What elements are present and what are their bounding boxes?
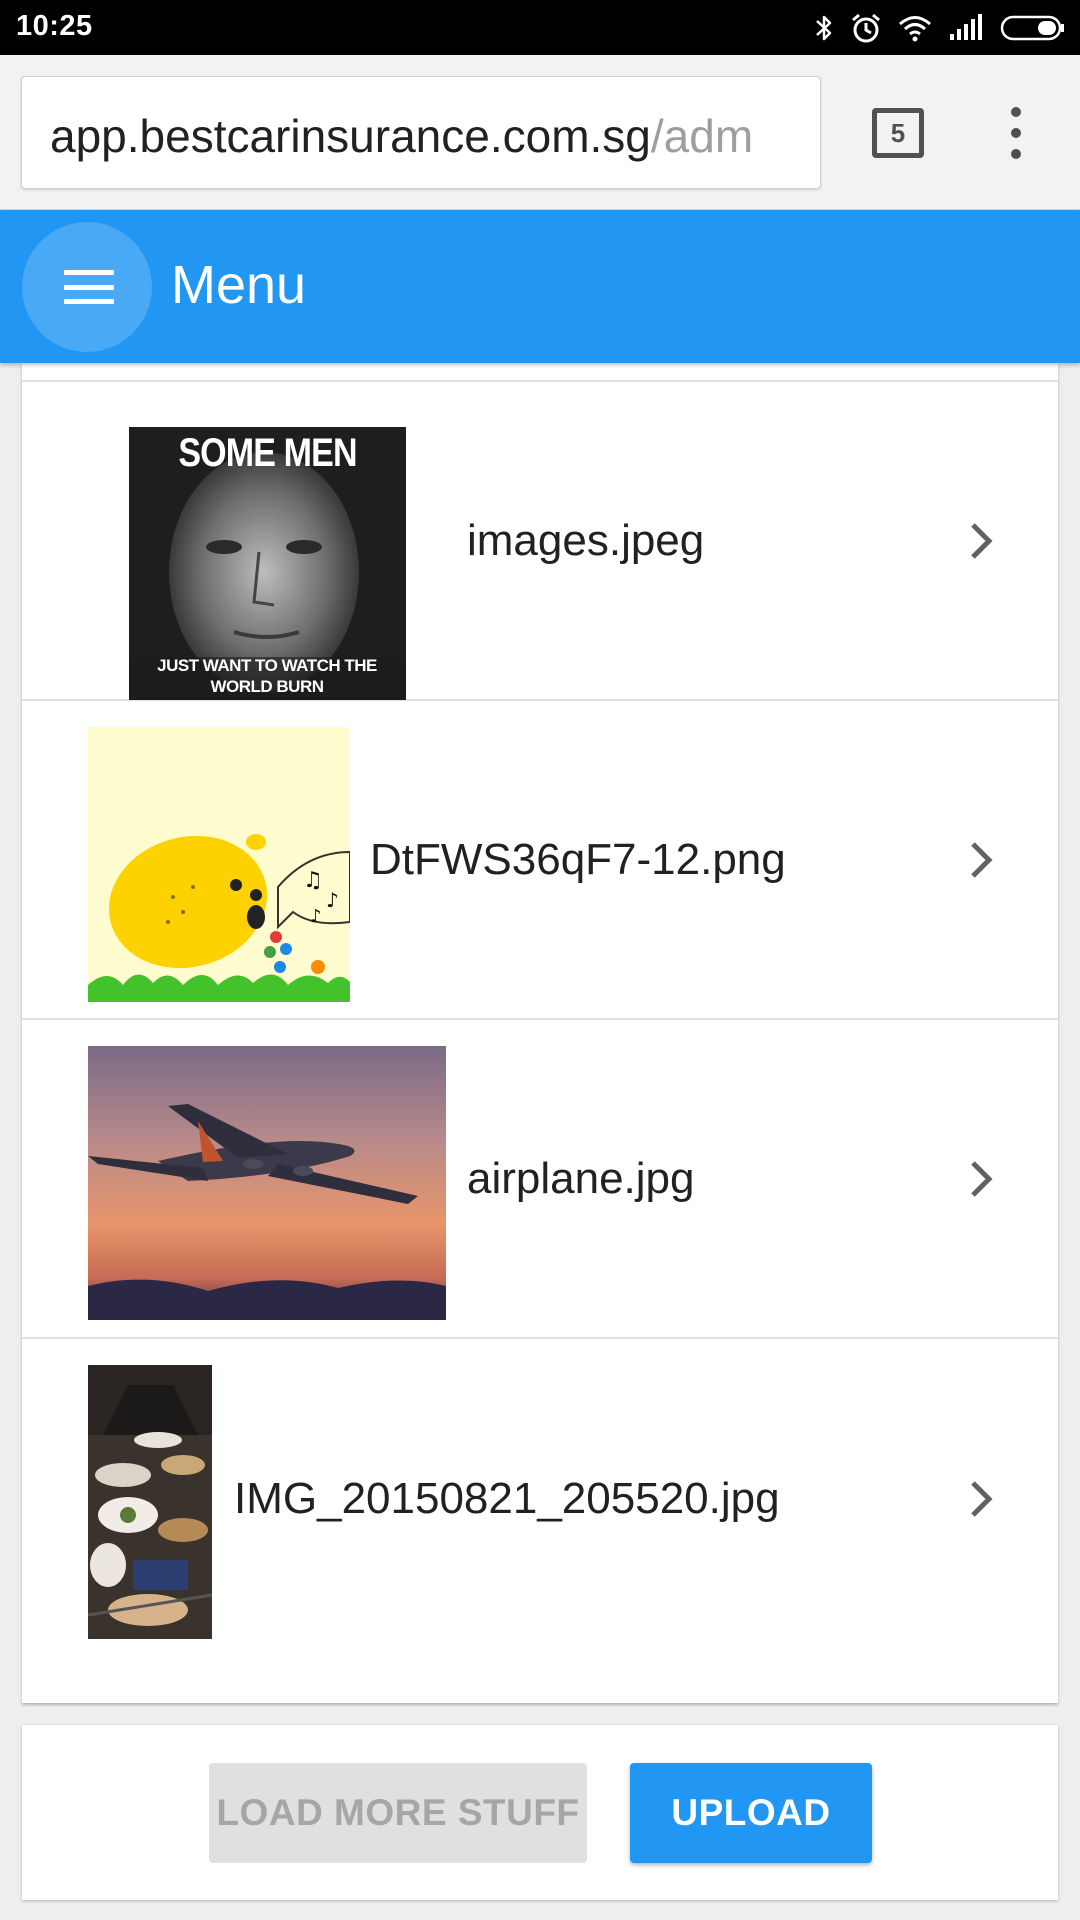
- upload-button[interactable]: UPLOAD: [630, 1763, 872, 1863]
- thumbnail-image: [88, 1046, 446, 1320]
- list-item[interactable]: IMG_20150821_205520.jpg: [22, 1339, 1058, 1658]
- address-bar[interactable]: app.bestcarinsurance.com.sg/adm: [21, 76, 821, 189]
- meme-caption-top: SOME MEN: [178, 431, 357, 475]
- chevron-right-icon: [971, 522, 993, 559]
- tab-switcher-button[interactable]: 5: [872, 108, 924, 158]
- hamburger-icon: [64, 270, 114, 304]
- list-item[interactable]: airplane.jpg: [22, 1020, 1058, 1339]
- file-name: images.jpeg: [467, 515, 705, 565]
- url-path: /adm: [650, 110, 754, 162]
- svg-text:♫: ♫: [303, 868, 323, 893]
- load-more-button[interactable]: LOAD MORE STUFF: [209, 1763, 587, 1863]
- status-time: 10:25: [16, 10, 93, 42]
- file-name: IMG_20150821_205520.jpg: [234, 1473, 780, 1523]
- more-vert-icon[interactable]: [1000, 107, 1032, 159]
- meme-caption-bottom: JUST WANT TO WATCH THE WORLD BURN: [157, 656, 377, 696]
- chevron-right-icon: [971, 841, 993, 878]
- thumbnail-image: ♫ ♪ ♪: [88, 727, 350, 1002]
- wifi-icon: [899, 16, 931, 42]
- chevron-right-icon: [971, 1160, 993, 1197]
- file-name: DtFWS36qF7-12.png: [370, 834, 786, 884]
- list-item[interactable]: SOME MEN JUST WANT TO WATCH THE WORLD BU…: [22, 382, 1058, 701]
- thumbnail-image: SOME MEN JUST WANT TO WATCH THE WORLD BU…: [129, 427, 406, 700]
- thumbnail-image: [88, 1365, 212, 1639]
- svg-text:♪: ♪: [326, 888, 339, 912]
- signal-icon: [950, 14, 982, 40]
- menu-button[interactable]: [22, 222, 152, 352]
- status-bar: 10:25: [0, 0, 1080, 55]
- list-item[interactable]: ♫ ♪ ♪ DtFWS36qF7-12.png: [22, 701, 1058, 1020]
- url-host: app.bestcarinsurance.com.sg: [50, 110, 651, 162]
- bluetooth-icon: [816, 15, 832, 41]
- app-bar-title: Menu: [171, 255, 307, 315]
- browser-toolbar: app.bestcarinsurance.com.sg/adm 5: [0, 55, 1080, 210]
- alarm-icon: [852, 13, 880, 43]
- action-bar: LOAD MORE STUFF UPLOAD: [22, 1725, 1058, 1900]
- file-name: airplane.jpg: [467, 1153, 695, 1203]
- app-bar: Menu: [0, 210, 1080, 363]
- url-text[interactable]: app.bestcarinsurance.com.sg/adm: [50, 109, 753, 163]
- svg-text:♪: ♪: [310, 906, 322, 927]
- chevron-right-icon: [971, 1480, 993, 1517]
- file-list: SOME MEN JUST WANT TO WATCH THE WORLD BU…: [22, 363, 1058, 1703]
- battery-icon: [1000, 15, 1064, 41]
- status-icons: [814, 10, 1066, 46]
